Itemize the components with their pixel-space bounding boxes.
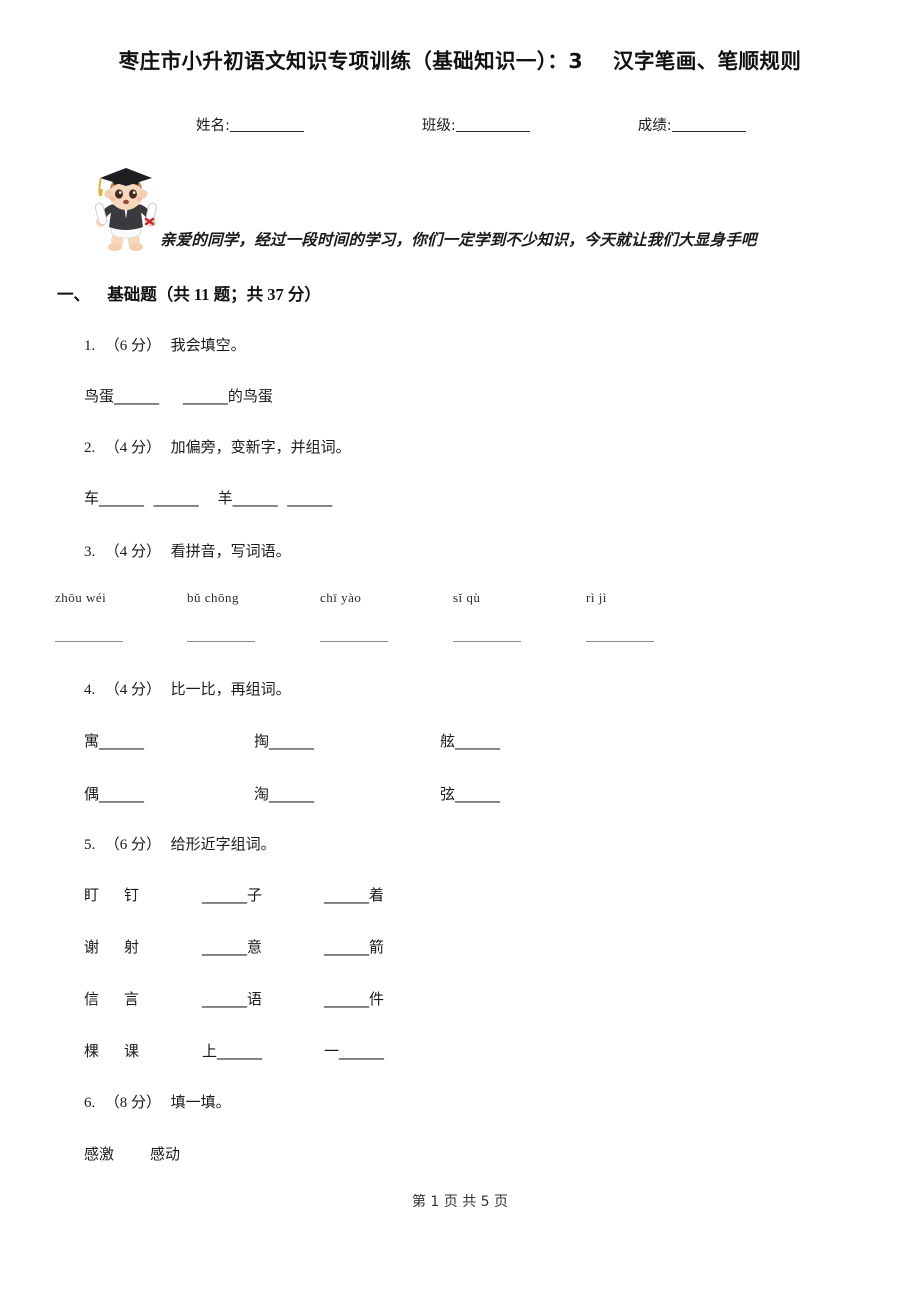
- question-1-prompt: 我会填空。: [170, 336, 246, 354]
- question-4-answer-row: 寓______ 掏______ 舷______: [84, 730, 500, 751]
- question-6-stem: 6. （8 分） 填一填。: [84, 1091, 231, 1112]
- answer-blank[interactable]: 车______: [84, 487, 144, 508]
- question-5-answer-row: 信 言 ______语 ______件: [84, 988, 384, 1009]
- score-blank[interactable]: [671, 131, 746, 132]
- question-2-number: 2.: [84, 440, 96, 456]
- answer-blank[interactable]: [453, 640, 521, 642]
- char-label: 射: [124, 938, 140, 956]
- question-6-number: 6.: [84, 1095, 96, 1111]
- char-label: 言: [124, 990, 140, 1008]
- answer-blank[interactable]: 偶______: [84, 783, 254, 804]
- question-5-answer-row: 谢 射 ______意 ______箭: [84, 936, 384, 957]
- question-4-prompt: 比一比，再组词。: [170, 680, 291, 698]
- char-label: 信: [84, 990, 100, 1008]
- section-title: 基础题: [107, 285, 157, 304]
- answer-blank[interactable]: 舷______: [440, 730, 500, 751]
- graduate-baby-mascot-icon: [88, 165, 164, 251]
- answer-blank[interactable]: 寓______: [84, 730, 254, 751]
- answer-blank[interactable]: ______子: [202, 884, 324, 905]
- answer-blank[interactable]: 羊______: [218, 487, 278, 508]
- answer-blank[interactable]: ______: [287, 489, 332, 507]
- question-4-number: 4.: [84, 682, 96, 698]
- question-5-stem: 5. （6 分） 给形近字组词。: [84, 833, 276, 854]
- answer-blank[interactable]: 弦______: [440, 783, 500, 804]
- question-6-score: （8 分）: [104, 1095, 162, 1111]
- answer-blank[interactable]: [55, 640, 123, 642]
- word-option: 感动: [150, 1145, 181, 1163]
- char-label: 谢: [84, 938, 100, 956]
- question-3-stem: 3. （4 分） 看拼音，写词语。: [84, 540, 291, 561]
- char-label: 盯: [84, 886, 100, 904]
- section-heading: 一、 基础题（共 11 题；共 37 分）: [57, 281, 321, 305]
- answer-blank[interactable]: ______的鸟蛋: [183, 385, 273, 406]
- question-2-answer-row: 车______ ______ 羊______ ______: [84, 487, 332, 508]
- answer-blank[interactable]: 掏______: [254, 730, 440, 751]
- pinyin-word: bǔ chōng: [187, 590, 240, 605]
- char-label: 课: [124, 1042, 140, 1060]
- question-5-prompt: 给形近字组词。: [170, 835, 276, 853]
- page-footer: 第 1 页 共 5 页: [411, 1194, 509, 1210]
- answer-blank[interactable]: ______箭: [324, 936, 384, 957]
- name-label: 姓名:: [196, 118, 230, 134]
- answer-blank[interactable]: ______着: [324, 884, 384, 905]
- answer-blank[interactable]: 淘______: [254, 783, 440, 804]
- answer-blank[interactable]: ______意: [202, 936, 324, 957]
- char-label: 钉: [124, 886, 140, 904]
- pinyin-word: zhōu wéi: [55, 590, 107, 605]
- score-label: 成绩:: [637, 118, 672, 134]
- question-6-prompt: 填一填。: [170, 1093, 231, 1111]
- pinyin-word: sǐ qù: [453, 590, 481, 605]
- question-3-score: （4 分）: [104, 544, 162, 560]
- question-4-score: （4 分）: [104, 682, 162, 698]
- answer-blank[interactable]: 鸟蛋______: [84, 385, 159, 406]
- pinyin-word: rì jì: [586, 590, 607, 605]
- answer-blank[interactable]: 一______: [324, 1040, 384, 1061]
- question-4-stem: 4. （4 分） 比一比，再组词。: [84, 678, 291, 699]
- question-5-score: （6 分）: [104, 837, 162, 853]
- answer-blank[interactable]: [320, 640, 388, 642]
- char-label: 棵: [84, 1042, 100, 1060]
- worksheet-page: 枣庄市小升初语文知识专项训练（基础知识一）：3 汉字笔画、笔顺规则 姓名: 班级…: [0, 0, 920, 1302]
- question-3-prompt: 看拼音，写词语。: [170, 542, 291, 560]
- question-5-number: 5.: [84, 837, 96, 853]
- section-meta: （共 11 题；共 37 分）: [156, 285, 321, 304]
- question-2-prompt: 加偏旁，变新字，并组词。: [170, 438, 351, 456]
- answer-blank[interactable]: ______: [154, 489, 199, 507]
- class-label: 班级:: [421, 118, 456, 134]
- question-1-number: 1.: [84, 338, 96, 354]
- word-option: 感激: [84, 1145, 115, 1163]
- class-blank[interactable]: [455, 131, 530, 132]
- answer-blank[interactable]: [187, 640, 255, 642]
- name-field: 姓名:: [196, 114, 304, 135]
- answer-blank[interactable]: ______语: [202, 988, 324, 1009]
- question-1-score: （6 分）: [104, 338, 162, 354]
- question-1-answer-row: 鸟蛋______ ______的鸟蛋: [84, 385, 273, 406]
- answer-blank[interactable]: 上______: [202, 1040, 324, 1061]
- question-4-answer-row: 偶______ 淘______ 弦______: [84, 783, 500, 804]
- question-2-stem: 2. （4 分） 加偏旁，变新字，并组词。: [84, 436, 351, 457]
- student-info-row: 姓名: 班级: 成绩:: [196, 114, 796, 135]
- question-3-number: 3.: [84, 544, 96, 560]
- question-5-answer-row: 盯 钉 ______子 ______着: [84, 884, 384, 905]
- question-1-stem: 1. （6 分） 我会填空。: [84, 334, 246, 355]
- pinyin-word: chī yào: [320, 590, 362, 605]
- score-field: 成绩:: [638, 114, 746, 135]
- question-5-answer-row: 棵 课 上______ 一______: [84, 1040, 384, 1061]
- answer-blank[interactable]: ______件: [324, 988, 384, 1009]
- name-blank[interactable]: [229, 131, 304, 132]
- question-6-answer-row: 感激 感动: [84, 1143, 180, 1164]
- section-index: 一、: [57, 285, 90, 304]
- greeting-text: 亲爱的同学，经过一段时间的学习，你们一定学到不少知识，今天就让我们大显身手吧: [160, 231, 757, 249]
- question-2-score: （4 分）: [104, 440, 162, 456]
- answer-blank[interactable]: [586, 640, 654, 642]
- page-title: 枣庄市小升初语文知识专项训练（基础知识一）：3 汉字笔画、笔顺规则: [118, 49, 802, 73]
- class-field: 班级:: [422, 114, 530, 135]
- question-3-answer-lines: [55, 640, 855, 654]
